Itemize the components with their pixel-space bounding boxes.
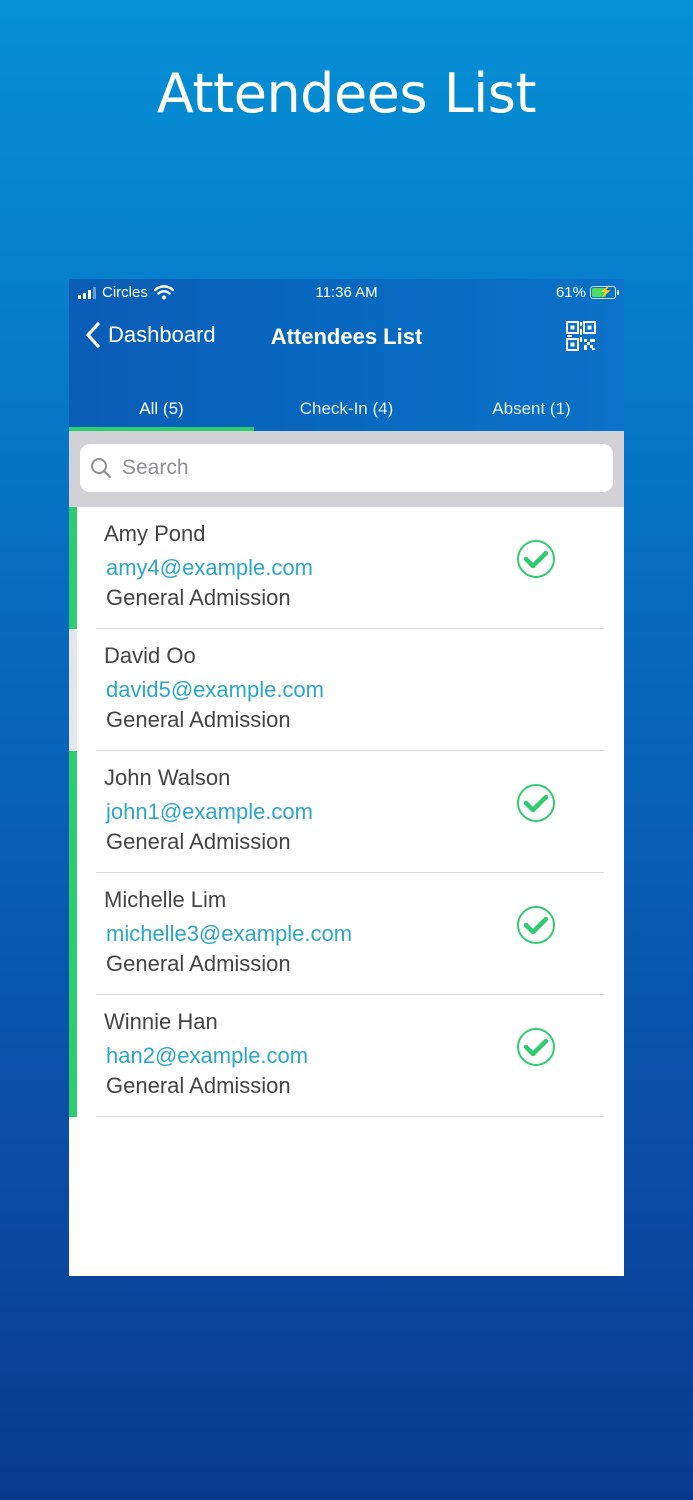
tab-absent[interactable]: Absent (1) [439, 383, 624, 431]
search-box[interactable] [80, 444, 613, 492]
page-title: Attendees List [270, 324, 423, 349]
attendee-row[interactable]: Michelle Lim michelle3@example.com Gener… [69, 873, 624, 995]
search-icon [91, 458, 112, 479]
checked-in-indicator [69, 751, 77, 873]
checkmark-icon [517, 784, 555, 822]
row-divider [96, 1116, 604, 1117]
attendee-row[interactable]: John Walson john1@example.com General Ad… [69, 751, 624, 873]
battery-percent: 61% [555, 284, 586, 301]
search-bar [69, 431, 624, 507]
attendee-email: david5@example.com [106, 677, 324, 702]
battery-icon: ⚡ [590, 286, 619, 299]
attendee-name: David Oo [104, 643, 196, 668]
checkmark-icon [517, 1028, 555, 1066]
qr-code-icon [566, 321, 596, 351]
ticket-type: General Admission [106, 951, 291, 976]
status-bar: Circles 11:36 AM 61% ⚡ [69, 279, 624, 307]
attendee-name: Michelle Lim [104, 887, 227, 912]
checked-in-indicator [69, 995, 77, 1117]
attendee-email: amy4@example.com [106, 555, 313, 580]
attendee-email: han2@example.com [106, 1043, 309, 1068]
checkmark-icon [517, 906, 555, 944]
app-header: Circles 11:36 AM 61% ⚡ Dashboard Attende… [69, 279, 624, 431]
attendee-name: John Walson [104, 765, 231, 790]
absent-indicator [69, 629, 77, 751]
ticket-type: General Admission [106, 829, 291, 854]
attendee-row[interactable]: Winnie Han han2@example.com General Admi… [69, 995, 624, 1117]
phone-screen: Circles 11:36 AM 61% ⚡ Dashboard Attende… [69, 279, 624, 1276]
ticket-type: General Admission [106, 585, 291, 610]
attendee-name: Winnie Han [104, 1009, 218, 1034]
tab-check-in[interactable]: Check-In (4) [254, 383, 439, 431]
filter-tabs: All (5) Check-In (4) Absent (1) [69, 383, 624, 431]
checked-in-indicator [69, 873, 77, 995]
status-right: 61% ⚡ [555, 284, 619, 301]
ticket-type: General Admission [106, 707, 291, 732]
attendee-email: michelle3@example.com [106, 921, 353, 946]
status-time: 11:36 AM [315, 284, 378, 301]
attendee-row[interactable]: David Oo david5@example.com General Admi… [69, 629, 624, 751]
nav-bar: Dashboard Attendees List [69, 309, 624, 365]
promo-title: Attendees List [156, 62, 537, 125]
tab-all[interactable]: All (5) [69, 383, 254, 431]
ticket-type: General Admission [106, 1073, 291, 1098]
search-input[interactable] [120, 455, 584, 481]
attendee-name: Amy Pond [104, 521, 206, 546]
attendee-row[interactable]: Amy Pond amy4@example.com General Admiss… [69, 507, 624, 629]
attendee-list: Amy Pond amy4@example.com General Admiss… [69, 507, 624, 1117]
checkmark-icon [517, 540, 555, 578]
checked-in-indicator [69, 507, 77, 629]
attendee-email: john1@example.com [106, 799, 313, 824]
qr-scan-button[interactable] [566, 321, 596, 356]
